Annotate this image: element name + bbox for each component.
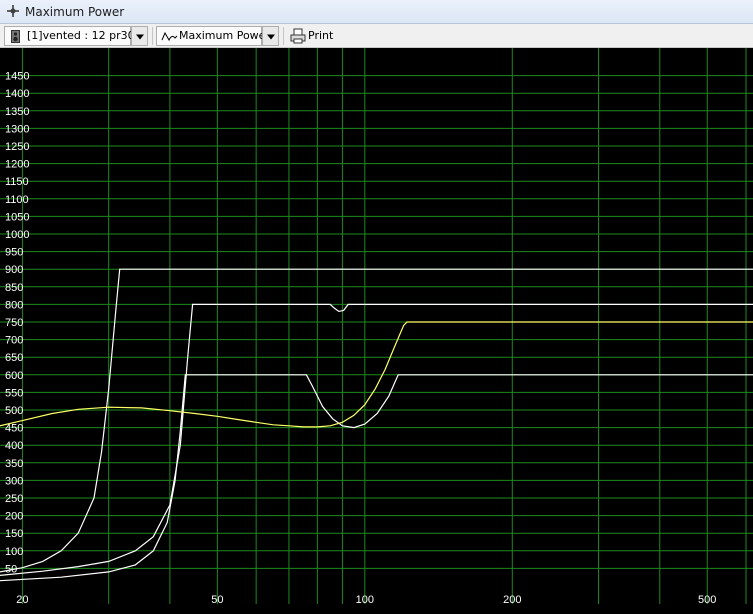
y-tick-label: 700: [5, 335, 23, 347]
y-tick-label: 1350: [5, 106, 29, 118]
waveform-icon: [161, 32, 178, 41]
y-tick-label: 800: [5, 299, 23, 311]
toolbar-separator: [152, 27, 153, 45]
print-button[interactable]: Print: [288, 26, 334, 46]
y-tick-label: 950: [5, 247, 23, 259]
x-tick-label: 20: [16, 594, 28, 606]
y-tick-label: 350: [5, 458, 23, 470]
y-tick-label: 150: [5, 528, 23, 540]
printer-icon: [290, 28, 306, 44]
x-tick-label: 100: [356, 594, 374, 606]
y-tick-label: 250: [5, 493, 23, 505]
x-tick-label: 50: [211, 594, 223, 606]
y-tick-label: 500: [5, 405, 23, 417]
toolbar-separator: [283, 27, 284, 45]
chevron-down-icon: [135, 34, 144, 40]
y-tick-label: 1400: [5, 88, 29, 100]
print-label: Print: [308, 29, 334, 42]
crosshair-icon: [7, 5, 19, 17]
driver-select[interactable]: [1]vented : 12 pr300: [4, 26, 142, 46]
driver-dropdown-button[interactable]: [131, 26, 148, 46]
view-dropdown-button[interactable]: [262, 26, 279, 46]
window-title: Maximum Power: [25, 5, 125, 19]
y-tick-label: 1100: [5, 194, 29, 206]
y-tick-label: 300: [5, 475, 23, 487]
y-tick-label: 1250: [5, 141, 29, 153]
y-tick-label: 1050: [5, 211, 29, 223]
y-tick-label: 1450: [5, 71, 29, 83]
y-tick-label: 200: [5, 511, 23, 523]
view-select[interactable]: Maximum Power: [156, 26, 270, 46]
y-tick-label: 1000: [5, 229, 29, 241]
x-tick-label: 500: [698, 594, 716, 606]
title-bar: Maximum Power: [0, 0, 753, 24]
y-tick-label: 1300: [5, 123, 29, 135]
speaker-icon: [11, 30, 20, 43]
view-select-value: Maximum Power: [179, 29, 270, 42]
y-tick-label: 550: [5, 387, 23, 399]
toolbar: [1]vented : 12 pr300 Maximum Power Print: [0, 24, 753, 48]
plot-background: [0, 48, 753, 614]
y-tick-label: 1200: [5, 159, 29, 171]
y-tick-label: 750: [5, 317, 23, 329]
driver-select-value: [1]vented : 12 pr300: [27, 29, 142, 42]
y-tick-label: 600: [5, 370, 23, 382]
y-tick-label: 900: [5, 264, 23, 276]
x-tick-label: 200: [503, 594, 521, 606]
max-power-chart: 5010015020025030035040045050055060065070…: [0, 48, 753, 614]
y-tick-label: 100: [5, 546, 23, 558]
y-tick-label: 650: [5, 352, 23, 364]
y-tick-label: 1150: [5, 176, 29, 188]
y-tick-label: 400: [5, 440, 23, 452]
y-tick-label: 850: [5, 282, 23, 294]
chevron-down-icon: [266, 34, 275, 40]
